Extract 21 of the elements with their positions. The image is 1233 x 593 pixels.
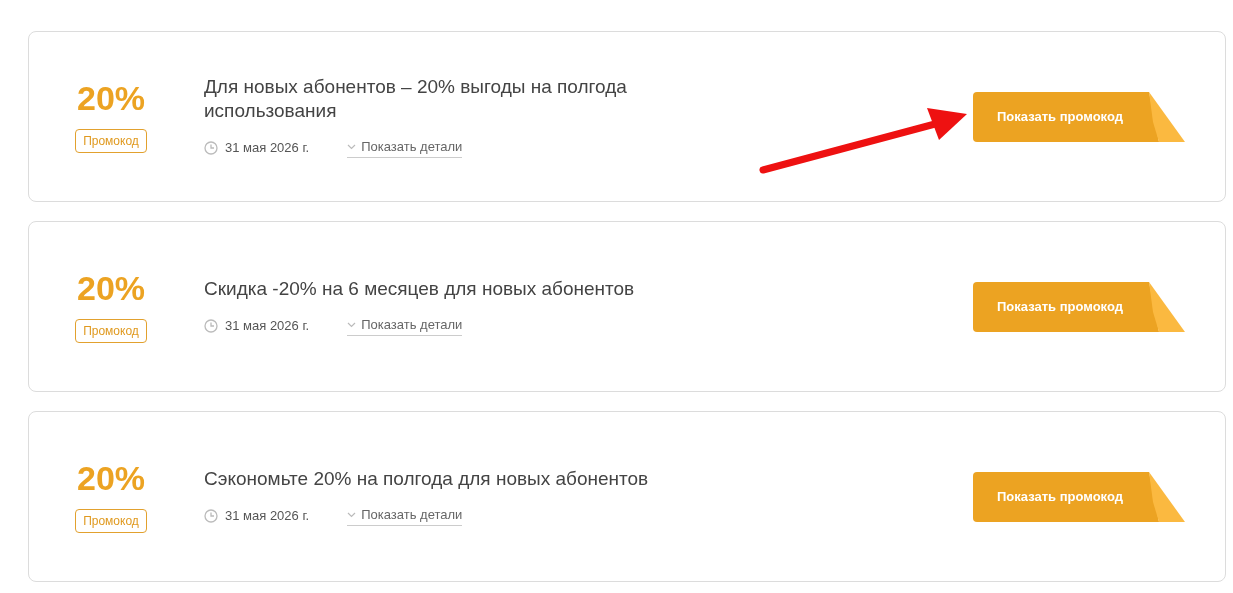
- clock-icon: [204, 508, 218, 523]
- show-details-link[interactable]: Показать детали: [347, 505, 463, 526]
- discount-value: 20%: [76, 460, 146, 495]
- offer-title: Скидка -20% на 6 месяцев для новых абонентов: [204, 277, 636, 302]
- promo-code-label: Промокод: [75, 508, 147, 533]
- discount-value: 20%: [76, 270, 146, 305]
- expiry-date: 31 мая 2026 г.: [225, 316, 310, 335]
- chevron-down-icon: [347, 322, 357, 328]
- expiry-date: 31 мая 2026 г.: [225, 506, 310, 525]
- clock-icon: [204, 318, 218, 333]
- show-details-link[interactable]: Показать детали: [347, 137, 463, 158]
- expiry-date: 31 мая 2026 г.: [225, 138, 310, 157]
- promo-code-label: Промокод: [75, 318, 147, 343]
- discount-value: 20%: [76, 80, 146, 115]
- chevron-down-icon: [347, 144, 357, 150]
- offer-title: Сэкономьте 20% на полгода для новых абонентов: [204, 467, 650, 492]
- promo-code-label: Промокод: [75, 128, 147, 153]
- offer-title: Для новых абонентов – 20% выгоды на полгода использования: [204, 75, 628, 124]
- clock-icon: [204, 140, 218, 155]
- show-details-link[interactable]: Показать детали: [347, 315, 463, 336]
- chevron-down-icon: [347, 512, 357, 518]
